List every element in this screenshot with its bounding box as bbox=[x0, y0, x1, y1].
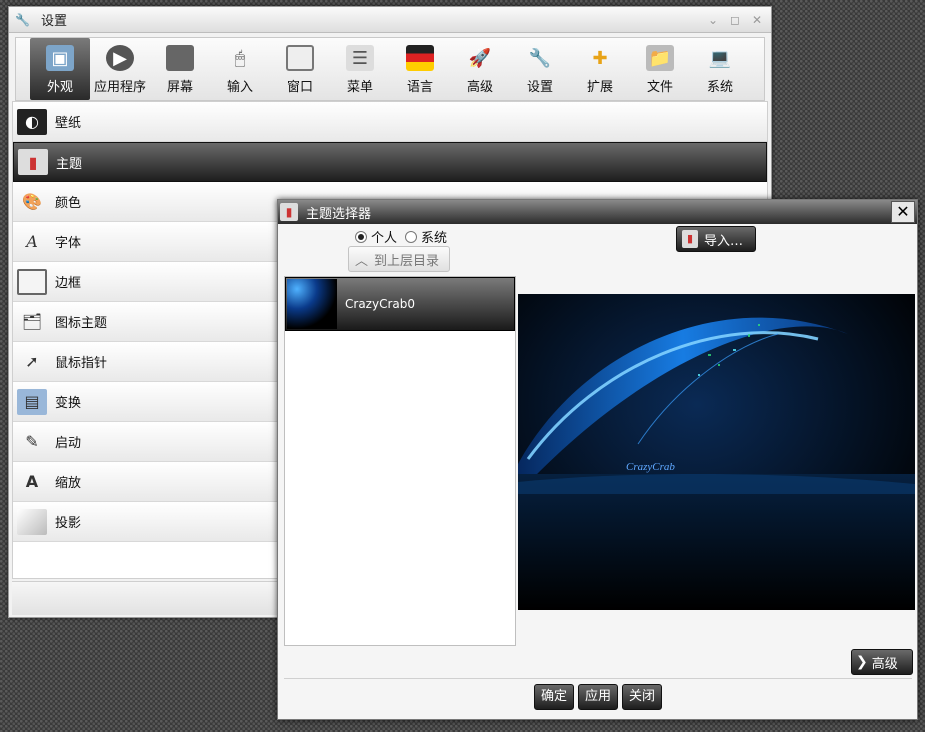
advanced-icon: 🚀 bbox=[468, 47, 492, 69]
toolbar-language[interactable]: 语言 bbox=[390, 38, 450, 100]
source-radio-group: 个人 系统 bbox=[355, 227, 447, 246]
screen-icon bbox=[166, 45, 194, 71]
import-button[interactable]: ▮ 导入… bbox=[676, 226, 756, 252]
list-item-theme[interactable]: ▮ 主题 bbox=[13, 142, 767, 182]
dialog-divider bbox=[284, 678, 912, 679]
toolbar-settings[interactable]: 🔧 设置 bbox=[510, 38, 570, 100]
window-icon bbox=[286, 45, 314, 71]
advanced-button[interactable]: ❯ 高级 bbox=[851, 649, 913, 675]
toolbar-advanced[interactable]: 🚀 高级 bbox=[450, 38, 510, 100]
toolbar-appearance[interactable]: ▣ 外观 bbox=[30, 38, 90, 100]
settings-toolbar: ▣ 外观 ▶ 应用程序 屏幕 🖱 输入 窗口 ☰ 菜单 语言 🚀 高级 🔧 设置… bbox=[15, 37, 765, 101]
theme-thumbnail bbox=[287, 279, 337, 329]
wrench-icon: 🔧 bbox=[15, 12, 30, 27]
theme-icon: ▮ bbox=[18, 149, 48, 175]
radio-personal-label: 个人 bbox=[371, 231, 398, 246]
maximize-icon[interactable]: ◻ bbox=[727, 12, 743, 28]
close-icon[interactable]: ✕ bbox=[749, 12, 765, 28]
files-icon: 📁 bbox=[646, 45, 674, 71]
extensions-icon: ✚ bbox=[592, 47, 608, 69]
fonts-icon: A bbox=[26, 232, 38, 251]
startup-icon: ✎ bbox=[25, 432, 39, 451]
transitions-icon: ▤ bbox=[17, 388, 47, 415]
toolbar-input[interactable]: 🖱 输入 bbox=[210, 38, 270, 100]
shadow-icon bbox=[17, 508, 47, 535]
close-button[interactable]: 关闭 bbox=[622, 684, 662, 710]
mouse-cursor-icon: ➚ bbox=[25, 352, 39, 371]
toolbar-files[interactable]: 📁 文件 bbox=[630, 38, 690, 100]
radio-personal[interactable] bbox=[355, 230, 367, 243]
theme-chooser-dialog: ▮ 主题选择器 ✕ 个人 系统 ︿ 到上层目录 ▮ 导入… CrazyCrab0 bbox=[277, 199, 918, 720]
wallpaper-icon: ◐ bbox=[17, 108, 47, 135]
language-icon bbox=[406, 45, 434, 71]
theme-list: CrazyCrab0 bbox=[284, 276, 516, 646]
scaling-icon: A bbox=[25, 472, 39, 491]
up-arrow-icon: ︿ bbox=[355, 253, 369, 269]
theme-icon: ▮ bbox=[280, 203, 298, 221]
import-icon: ▮ bbox=[682, 230, 698, 248]
preview-wallpaper: CrazyCrab bbox=[518, 294, 915, 610]
settings-wrench-icon: 🔧 bbox=[528, 47, 552, 69]
radio-system-label: 系统 bbox=[421, 231, 448, 246]
dialog-titlebar: ▮ 主题选择器 ✕ bbox=[278, 200, 917, 224]
up-directory-button[interactable]: ︿ 到上层目录 bbox=[348, 246, 450, 272]
menu-icon: ☰ bbox=[346, 45, 374, 71]
borders-icon bbox=[17, 268, 47, 295]
toolbar-extensions[interactable]: ✚ 扩展 bbox=[570, 38, 630, 100]
radio-system[interactable] bbox=[405, 230, 418, 243]
toolbar-applications[interactable]: ▶ 应用程序 bbox=[90, 38, 150, 100]
window-title: 设置 bbox=[41, 14, 68, 29]
dialog-close-icon[interactable]: ✕ bbox=[891, 201, 915, 223]
apply-button[interactable]: 应用 bbox=[578, 684, 618, 710]
chevron-right-icon: ❯ bbox=[856, 654, 868, 670]
icon-theme-icon: 🗂 bbox=[21, 312, 43, 331]
colors-icon: 🎨 bbox=[22, 192, 42, 211]
dialog-title: 主题选择器 bbox=[306, 206, 372, 222]
preview-caption: CrazyCrab bbox=[626, 461, 675, 473]
toolbar-screen[interactable]: 屏幕 bbox=[150, 38, 210, 100]
minimize-icon[interactable]: ⌄ bbox=[705, 12, 721, 28]
input-icon: 🖱 bbox=[234, 47, 246, 69]
applications-icon: ▶ bbox=[106, 45, 134, 71]
toolbar-menu[interactable]: ☰ 菜单 bbox=[330, 38, 390, 100]
appearance-icon: ▣ bbox=[46, 45, 74, 71]
settings-titlebar: 🔧 设置 ⌄ ◻ ✕ bbox=[9, 7, 771, 33]
ok-button[interactable]: 确定 bbox=[534, 684, 574, 710]
theme-preview: CrazyCrab bbox=[518, 294, 915, 610]
toolbar-system[interactable]: 💻 系统 bbox=[690, 38, 750, 100]
theme-list-item[interactable]: CrazyCrab0 bbox=[285, 277, 515, 331]
system-icon: 💻 bbox=[708, 47, 732, 69]
list-item-wallpaper[interactable]: ◐ 壁纸 bbox=[13, 102, 767, 142]
toolbar-window[interactable]: 窗口 bbox=[270, 38, 330, 100]
